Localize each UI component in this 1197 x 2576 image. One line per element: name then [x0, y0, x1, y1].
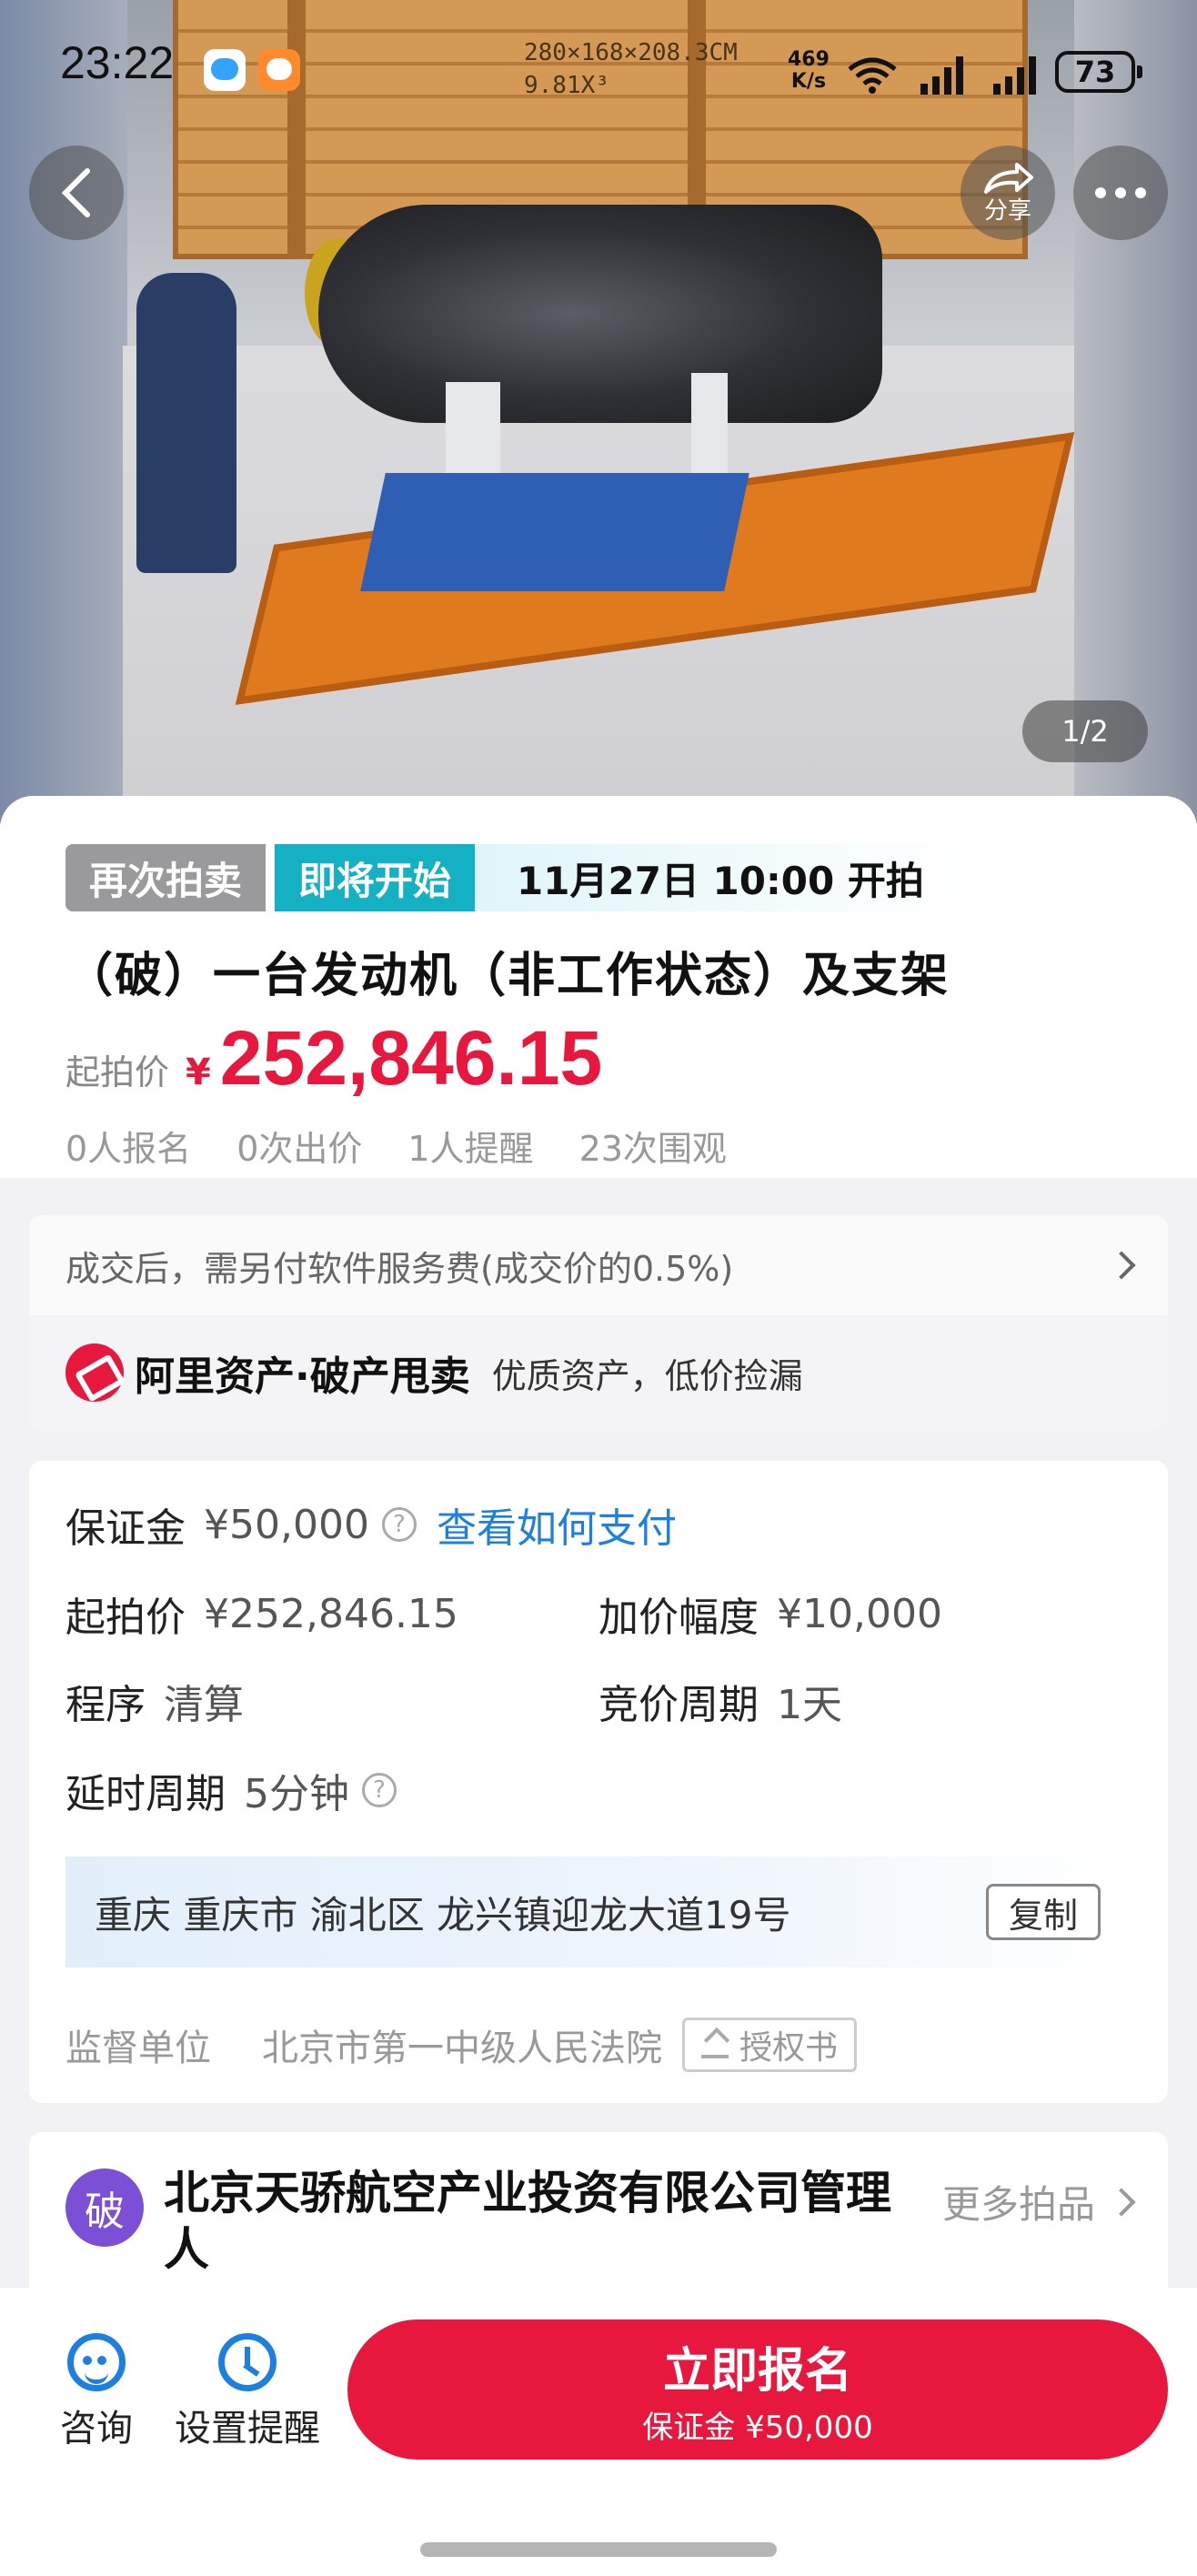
auction-stats: 0人报名 0次出价 1人提醒 23次围观 [65, 1121, 772, 1171]
auction-details-panel: 保证金 ¥50,000 ? 查看如何支付 起拍价 ¥252,846.15 加价幅… [29, 1461, 1168, 2103]
auction-detail-page: 280×168×208.3CM 9.81X³ 1/2 23:22 469 K/s [0, 0, 1197, 2576]
fee-panel: 成交后，需另付软件服务费(成交价的0.5%) 阿里资产·破产甩卖 优质资产，低价… [29, 1215, 1168, 1430]
start-time-tag: 11月27日 10:00 开拍 [475, 844, 961, 911]
promo-name: 阿里资产·破产甩卖 [135, 1353, 470, 1400]
photo-person [136, 273, 236, 573]
item-title: （破）一台发动机（非工作状态）及支架 [65, 949, 951, 1003]
chat-icon [67, 2333, 126, 2391]
bottom-action-bar: 咨询 设置提醒 立即报名 保证金 ¥50,000 [0, 2288, 1197, 2576]
more-items-label: 更多拍品 [941, 2182, 1095, 2227]
question-icon[interactable]: ? [381, 1507, 417, 1542]
back-icon [61, 168, 90, 217]
upload-icon [701, 2031, 729, 2058]
start-price-label: 起拍价 [65, 1052, 170, 1092]
upcoming-tag: 即将开始 [275, 844, 476, 911]
more-items-link[interactable]: 更多拍品 [941, 2174, 1136, 2229]
reauction-tag: 再次拍卖 [65, 844, 267, 911]
image-counter: 1/2 [1022, 700, 1148, 762]
register-now-button[interactable]: 立即报名 保证金 ¥50,000 [347, 2319, 1168, 2460]
stat-views: 23次围观 [578, 1129, 727, 1169]
bid-period-row: 竞价周期 1天 [598, 1672, 842, 1730]
authorization-button[interactable]: 授权书 [682, 2018, 858, 2072]
register-now-label: 立即报名 [662, 2344, 852, 2399]
currency-symbol: ¥ [186, 1052, 211, 1093]
increment-value: ¥10,000 [777, 1590, 942, 1637]
manager-panel[interactable]: 破 北京天骄航空产业投资有限公司管理人 更多拍品 [29, 2132, 1168, 2314]
service-fee-text: 成交后，需另付软件服务费(成交价的0.5%) [65, 1248, 734, 1289]
share-button[interactable]: 分享 [961, 146, 1055, 240]
bid-period-value: 1天 [777, 1682, 842, 1728]
increment-label: 加价幅度 [598, 1595, 759, 1641]
share-label: 分享 [983, 196, 1031, 225]
manager-name: 北京天骄航空产业投资有限公司管理人 [164, 2167, 891, 2276]
service-fee-row[interactable]: 成交后，需另付软件服务费(成交价的0.5%) [29, 1215, 1168, 1315]
network-speed-value: 469 [788, 48, 830, 71]
photo-engine [318, 205, 882, 423]
reminder-label: 设置提醒 [175, 2408, 320, 2450]
signal-icon [993, 56, 1036, 95]
register-deposit-label: 保证金 ¥50,000 [642, 2410, 873, 2446]
start-price-detail-row: 起拍价 ¥252,846.15 [65, 1585, 458, 1643]
start-price-value: 252,846.15 [219, 1015, 603, 1101]
chat-app-notification-icon [204, 49, 246, 91]
delay-period-value: 5分钟 [244, 1771, 349, 1817]
chevron-right-icon [1107, 2187, 1136, 2217]
consult-button[interactable]: 咨询 [60, 2333, 133, 2451]
supervisor-label: 监督单位 [65, 2028, 211, 2069]
set-reminder-button[interactable]: 设置提醒 [175, 2333, 320, 2451]
detail-start-price-label: 起拍价 [65, 1595, 186, 1641]
address-bar: 重庆 重庆市 渝北区 龙兴镇迎龙大道19号 复制 [65, 1857, 1130, 1967]
authorization-label: 授权书 [739, 2029, 839, 2067]
back-button[interactable] [29, 146, 124, 240]
status-bar: 23:22 469 K/s 73 [0, 0, 1197, 136]
increment-row: 加价幅度 ¥10,000 [598, 1585, 942, 1643]
stat-reminders: 1人提醒 [407, 1129, 534, 1169]
how-to-pay-link[interactable]: 查看如何支付 [437, 1495, 677, 1554]
delay-period-label: 延时周期 [65, 1771, 226, 1817]
manager-badge: 破 [65, 2168, 144, 2247]
delay-period-row: 延时周期 5分钟 ? [65, 1761, 397, 1819]
deposit-value: ¥50,000 [204, 1501, 369, 1548]
promo-slogan: 优质资产，低价捡漏 [491, 1355, 803, 1396]
more-icon [1095, 187, 1146, 198]
supervisor-value: 北京市第一中级人民法院 [262, 2028, 662, 2069]
deposit-label: 保证金 [65, 1505, 186, 1552]
network-speed: 469 K/s [788, 49, 830, 93]
ali-assets-logo-icon [65, 1343, 124, 1402]
detail-start-price-value: ¥252,846.15 [204, 1590, 458, 1637]
battery-icon: 73 [1055, 51, 1142, 93]
address-text: 重庆 重庆市 渝北区 龙兴镇迎龙大道19号 [95, 1892, 791, 1937]
auction-status-tags: 再次拍卖 即将开始 11月27日 10:00 开拍 [65, 844, 961, 911]
status-time: 23:22 [60, 37, 175, 88]
home-indicator[interactable] [420, 2542, 777, 2557]
bid-period-label: 竞价周期 [598, 1682, 759, 1728]
question-icon[interactable]: ? [362, 1773, 397, 1807]
consult-label: 咨询 [60, 2408, 133, 2450]
stat-bids: 0次出价 [236, 1129, 363, 1169]
deposit-row: 保证金 ¥50,000 ? 查看如何支付 [65, 1495, 677, 1554]
photo-blue-base [360, 473, 749, 591]
procedure-label: 程序 [65, 1682, 146, 1728]
stat-registrations: 0人报名 [65, 1129, 192, 1169]
message-app-notification-icon [258, 49, 300, 91]
supervisor-row: 监督单位 北京市第一中级人民法院 授权书 [65, 2018, 858, 2072]
signal-icon [920, 56, 963, 95]
copy-address-button[interactable]: 复制 [985, 1884, 1101, 1940]
network-speed-unit: K/s [790, 70, 827, 93]
start-price-row: 起拍价 ¥ 252,846.15 [65, 1014, 602, 1102]
procedure-value: 清算 [164, 1682, 244, 1728]
procedure-row: 程序 清算 [65, 1672, 244, 1730]
more-options-button[interactable] [1073, 146, 1168, 240]
chevron-right-icon [1107, 1251, 1136, 1280]
alarm-clock-icon [218, 2333, 277, 2391]
wifi-icon [848, 57, 897, 94]
promo-banner[interactable]: 阿里资产·破产甩卖 优质资产，低价捡漏 [29, 1315, 1168, 1430]
